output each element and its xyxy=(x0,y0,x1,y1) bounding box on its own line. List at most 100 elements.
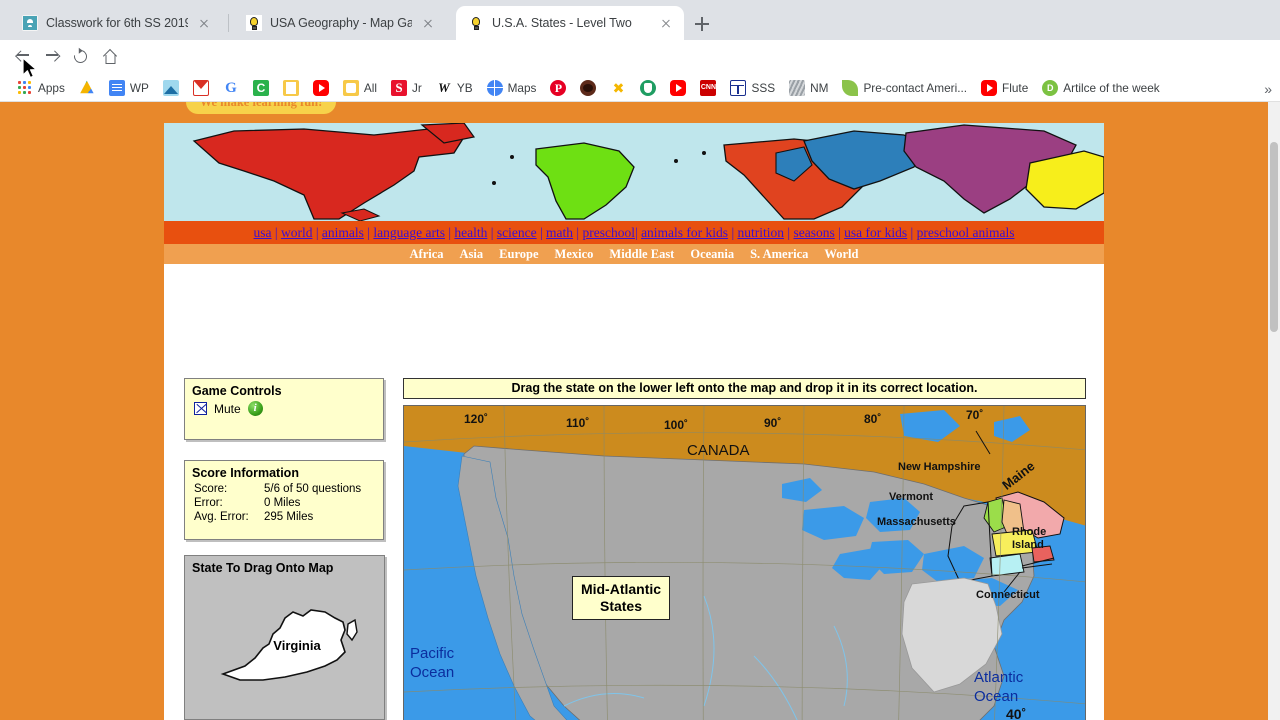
longitude-label-100: 100˚ xyxy=(664,418,689,432)
longitude-label-90: 90˚ xyxy=(764,416,782,430)
bookmark-label: YB xyxy=(456,80,473,95)
bookmark-c[interactable]: C xyxy=(246,77,276,99)
bookmark-pencil[interactable]: ✖ xyxy=(603,77,633,99)
nav-link-math[interactable]: math xyxy=(546,225,573,240)
bookmark-spider[interactable] xyxy=(573,77,603,99)
forward-arrow-icon xyxy=(45,50,58,63)
nav-link-health[interactable]: health xyxy=(454,225,487,240)
longitude-label-120: 120˚ xyxy=(464,412,489,426)
nav-link-world[interactable]: world xyxy=(281,225,313,240)
subnav-mexico[interactable]: Mexico xyxy=(555,247,594,261)
subnav-middle-east[interactable]: Middle East xyxy=(609,247,674,261)
bookmark-drive[interactable] xyxy=(72,77,102,99)
nav-link-animals[interactable]: animals xyxy=(322,225,364,240)
tab-2[interactable]: U.S.A. States - Level Two xyxy=(456,6,684,40)
bookmark-label: Flute xyxy=(1002,80,1029,95)
tab-close-icon[interactable] xyxy=(658,15,674,31)
game-content: Game Controls Mute i Score Information S… xyxy=(164,264,1104,720)
google-g-icon: G xyxy=(225,79,237,96)
scrollbar-thumb[interactable] xyxy=(1270,142,1278,332)
tab-close-icon[interactable] xyxy=(196,15,212,31)
bookmark-pinterest[interactable]: P xyxy=(543,77,573,99)
home-button[interactable] xyxy=(99,46,121,68)
subnav-s-america[interactable]: S. America xyxy=(750,247,808,261)
bookmarks-bar: Apps WP G C All S Jr W YB Maps P ✖ CNN S… xyxy=(0,74,1280,102)
subnav-asia[interactable]: Asia xyxy=(460,247,484,261)
bookmark-sss[interactable]: SSS xyxy=(723,77,782,99)
new-tab-button[interactable] xyxy=(690,12,714,36)
bookmark-label: Pre-contact Ameri... xyxy=(863,80,968,95)
bookmark-nm[interactable]: NM xyxy=(782,77,835,99)
bookmark-article[interactable]: D Artilce of the week xyxy=(1035,77,1166,99)
site-tagline: We make learning fun! xyxy=(186,102,336,114)
tab-close-icon[interactable] xyxy=(420,15,436,31)
subnav-europe[interactable]: Europe xyxy=(499,247,538,261)
bookmark-youtube-1[interactable] xyxy=(306,77,336,99)
drag-panel-title: State To Drag Onto Map xyxy=(192,561,334,575)
subnav-africa[interactable]: Africa xyxy=(410,247,444,261)
bookmark-flute[interactable]: Flute xyxy=(974,77,1035,99)
c-icon: C xyxy=(252,79,269,96)
tab-divider xyxy=(228,14,229,32)
bookmark-google[interactable]: G xyxy=(216,77,246,99)
nav-link-usa[interactable]: usa xyxy=(254,225,272,240)
tab-1[interactable]: USA Geography - Map Game - xyxy=(234,6,446,40)
bookmark-cnn[interactable]: CNN xyxy=(693,77,723,99)
bookmark-shield[interactable] xyxy=(633,77,663,99)
forward-button[interactable] xyxy=(41,46,63,68)
bookmark-apps[interactable]: Apps xyxy=(10,77,72,99)
bookmark-yb[interactable]: W YB xyxy=(429,77,480,99)
pinterest-icon: P xyxy=(550,79,567,96)
mute-checkbox[interactable] xyxy=(194,402,207,415)
bookmark-label: Apps xyxy=(38,80,65,95)
usa-map[interactable]: 120˚ 110˚ 100˚ 90˚ 80˚ 70˚ 40˚ 30˚ CANAD… xyxy=(403,405,1086,720)
nav-link-preschool-animals[interactable]: preschool animals xyxy=(917,225,1015,240)
bookmark-book[interactable] xyxy=(276,77,306,99)
cnn-icon: CNN xyxy=(700,79,717,96)
page-scrollbar[interactable] xyxy=(1268,102,1280,720)
wiki-icon: W xyxy=(438,79,450,95)
longitude-label-70: 70˚ xyxy=(966,408,984,422)
bookmark-label: SSS xyxy=(751,80,776,95)
bookmark-wp[interactable]: WP xyxy=(102,77,156,99)
nav-link-language-arts[interactable]: language arts xyxy=(373,225,445,240)
bookmark-precontact[interactable]: Pre-contact Ameri... xyxy=(835,77,974,99)
reload-icon xyxy=(71,47,90,66)
state-label-new-hampshire: New Hampshire xyxy=(898,461,981,473)
subnav-world[interactable]: World xyxy=(824,247,858,261)
youtube-icon xyxy=(670,79,687,96)
tab-title: U.S.A. States - Level Two xyxy=(492,16,632,30)
bookmark-gmail[interactable] xyxy=(186,77,216,99)
drive-icon xyxy=(80,80,94,94)
reload-button[interactable] xyxy=(70,46,92,68)
bookmarks-overflow-button[interactable]: » xyxy=(1264,81,1272,97)
subnav-oceania[interactable]: Oceania xyxy=(690,247,734,261)
nav-link-nutrition[interactable]: nutrition xyxy=(738,225,785,240)
tab-strip: Classwork for 6th SS 2019-20 USA Geograp… xyxy=(0,0,1280,40)
table-icon xyxy=(730,79,747,96)
nav-link-preschool[interactable]: preschool xyxy=(583,225,635,240)
score-title: Score Information xyxy=(192,466,299,480)
bookmark-all[interactable]: All xyxy=(336,77,384,99)
bookmark-maps[interactable]: Maps xyxy=(480,77,544,99)
bookmark-mountain[interactable] xyxy=(156,77,186,99)
bookmark-label: Jr xyxy=(412,80,422,95)
gmail-icon xyxy=(192,79,209,96)
bookmark-jr[interactable]: S Jr xyxy=(384,77,429,99)
info-icon[interactable]: i xyxy=(247,401,263,416)
score-key: Score: xyxy=(194,483,228,495)
bookmark-label: NM xyxy=(810,80,829,95)
nav-link-seasons[interactable]: seasons xyxy=(793,225,834,240)
game-controls-title: Game Controls xyxy=(192,384,282,398)
state-label-vermont: Vermont xyxy=(889,491,934,503)
tab-0[interactable]: Classwork for 6th SS 2019-20 xyxy=(10,6,222,40)
state-to-drag-panel[interactable]: State To Drag Onto Map Virginia Virginia xyxy=(184,555,385,720)
docs-icon xyxy=(108,79,125,96)
virginia-state-shape[interactable]: Virginia xyxy=(185,582,385,702)
mute-label: Mute xyxy=(214,401,241,416)
nav-link-usa-for-kids[interactable]: usa for kids xyxy=(844,225,907,240)
nav-link-animals-for-kids[interactable]: animals for kids xyxy=(641,225,728,240)
nav-link-science[interactable]: science xyxy=(497,225,537,240)
world-map-svg xyxy=(192,123,1104,221)
bookmark-youtube-2[interactable] xyxy=(663,77,693,99)
